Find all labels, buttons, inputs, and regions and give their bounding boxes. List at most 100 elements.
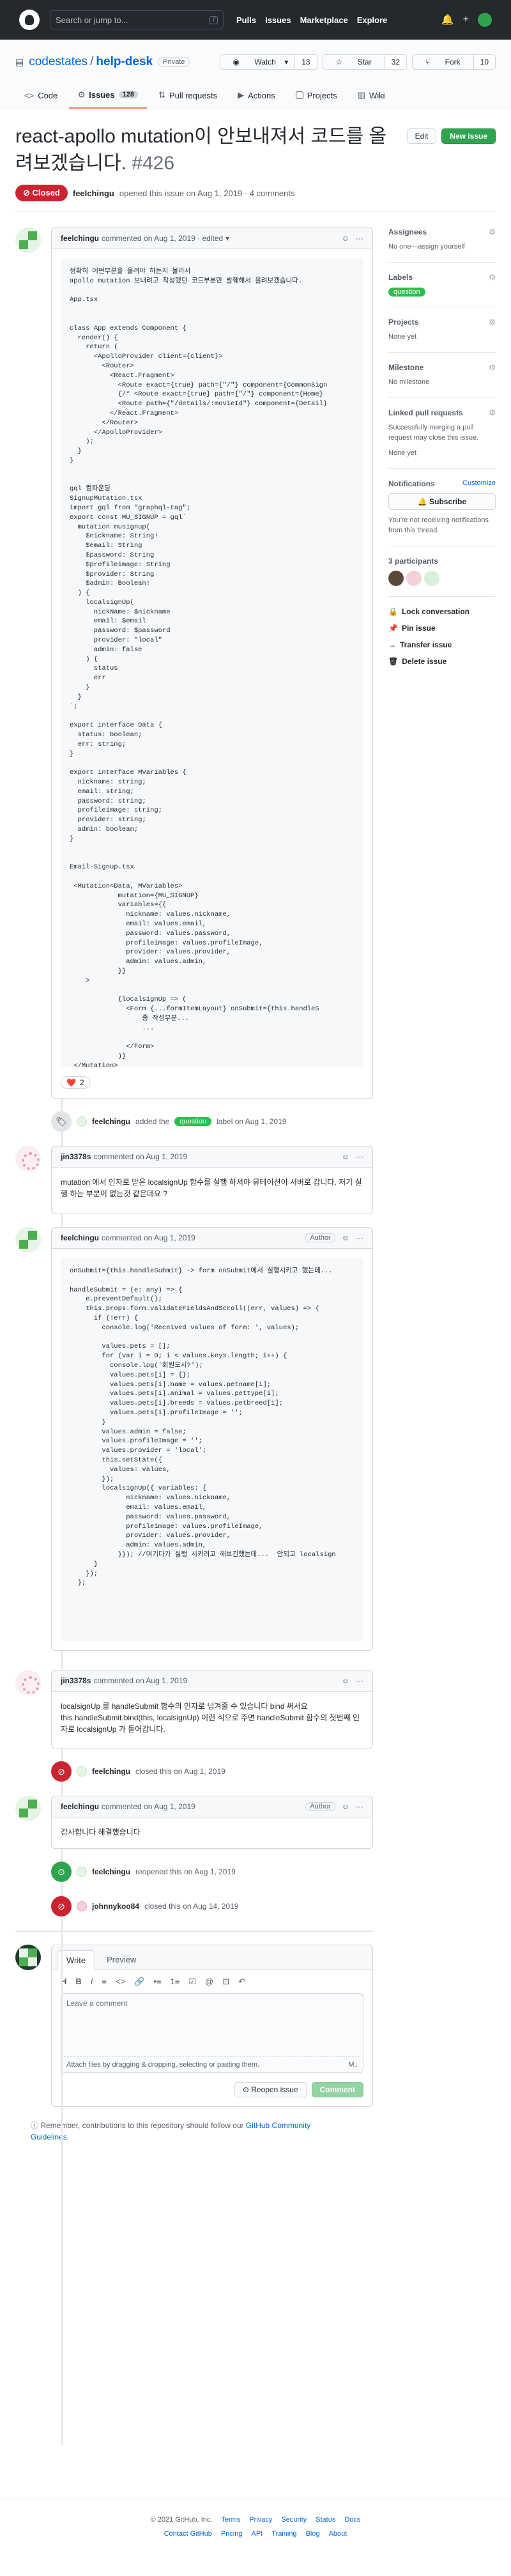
- avatar[interactable]: [15, 228, 41, 253]
- comment-meta[interactable]: commented on Aug 1, 2019: [102, 1233, 195, 1242]
- comment-textarea[interactable]: Leave a comment: [61, 1993, 363, 2057]
- code-icon[interactable]: <>: [116, 1977, 125, 1987]
- kebab-icon[interactable]: ···: [356, 234, 363, 243]
- assign-yourself-link[interactable]: No one—assign yourself: [388, 242, 496, 252]
- star-button[interactable]: ☆ Star 32: [322, 54, 408, 70]
- comment-meta[interactable]: commented on Aug 1, 2019: [93, 1152, 187, 1161]
- footer-link-training[interactable]: Training: [271, 2530, 296, 2538]
- comment-button[interactable]: Comment: [311, 2082, 363, 2097]
- repo-name-link[interactable]: help-desk: [96, 55, 153, 69]
- numbered-list-icon[interactable]: 1≡: [171, 1977, 180, 1987]
- user-avatar[interactable]: [478, 13, 492, 27]
- footer-link-contact[interactable]: Contact GitHub: [164, 2530, 212, 2538]
- new-issue-button[interactable]: New issue: [441, 128, 496, 144]
- participant-avatar[interactable]: [424, 571, 439, 586]
- sidebar-heading[interactable]: Labels: [388, 273, 413, 282]
- tab-write[interactable]: Write: [57, 1950, 96, 1970]
- attach-files[interactable]: Attach files by dragging & dropping, sel…: [61, 2057, 363, 2073]
- participant-avatar[interactable]: [406, 571, 422, 586]
- chevron-down-icon[interactable]: ▾: [225, 234, 229, 243]
- tab-pull-requests[interactable]: ⇅ Pull requests: [149, 84, 226, 109]
- gear-icon[interactable]: ⚙: [489, 228, 496, 236]
- tab-preview[interactable]: Preview: [98, 1950, 145, 1970]
- avatar[interactable]: [15, 1945, 41, 1970]
- avatar[interactable]: [77, 1867, 87, 1877]
- fork-count[interactable]: 10: [473, 55, 495, 69]
- footer-link-about[interactable]: About: [329, 2530, 347, 2538]
- subscribe-button[interactable]: 🔔 Subscribe: [388, 493, 496, 510]
- italic-icon[interactable]: I: [91, 1977, 93, 1987]
- participant-avatar[interactable]: [388, 571, 404, 586]
- kebab-icon[interactable]: ···: [356, 1676, 363, 1685]
- footer-link-api[interactable]: API: [251, 2530, 263, 2538]
- lock-conversation-link[interactable]: 🔒 Lock conversation: [388, 607, 496, 616]
- bell-icon[interactable]: 🔔: [441, 13, 454, 26]
- footer-link-security[interactable]: Security: [281, 2516, 307, 2524]
- repo-owner-link[interactable]: codestates: [29, 55, 88, 69]
- footer-link-status[interactable]: Status: [316, 2516, 335, 2524]
- nav-explore[interactable]: Explore: [357, 15, 388, 25]
- footer-link-docs[interactable]: Docs: [344, 2516, 360, 2524]
- sidebar-heading[interactable]: Linked pull requests: [388, 408, 463, 417]
- event-actor[interactable]: feelchingu: [92, 1767, 130, 1776]
- avatar[interactable]: [15, 1670, 41, 1695]
- kebab-icon[interactable]: ···: [356, 1802, 363, 1811]
- smiley-icon[interactable]: ☺: [342, 1233, 349, 1242]
- gear-icon[interactable]: ⚙: [489, 408, 496, 417]
- avatar[interactable]: [77, 1766, 87, 1777]
- gear-icon[interactable]: ⚙: [489, 273, 496, 282]
- gear-icon[interactable]: ⚙: [489, 363, 496, 372]
- nav-pulls[interactable]: Pulls: [236, 15, 256, 25]
- avatar[interactable]: [15, 1796, 41, 1821]
- task-list-icon[interactable]: ☑: [188, 1977, 196, 1987]
- kebab-icon[interactable]: ···: [356, 1152, 363, 1161]
- reaction-button[interactable]: ❤️ 2: [61, 1076, 90, 1089]
- comment-author[interactable]: feelchingu: [61, 1233, 99, 1242]
- kebab-icon[interactable]: ···: [356, 1233, 363, 1242]
- sidebar-heading[interactable]: Milestone: [388, 363, 423, 372]
- reopen-issue-button[interactable]: ⊙ Reopen issue: [234, 2082, 307, 2097]
- star-count[interactable]: 32: [384, 55, 407, 69]
- sidebar-heading[interactable]: Projects: [388, 318, 418, 327]
- comment-author[interactable]: jin3378s: [61, 1152, 91, 1161]
- smiley-icon[interactable]: ☺: [342, 234, 349, 243]
- tab-issues[interactable]: ⊙ Issues 128: [69, 84, 148, 109]
- avatar[interactable]: [15, 1227, 41, 1253]
- quote-icon[interactable]: ≡: [102, 1977, 107, 1987]
- issue-author-link[interactable]: feelchingu: [73, 189, 114, 198]
- footer-link-terms[interactable]: Terms: [221, 2516, 240, 2524]
- comment-meta[interactable]: commented on Aug 1, 2019: [102, 1802, 195, 1811]
- smiley-icon[interactable]: ☺: [342, 1802, 349, 1811]
- tab-actions[interactable]: ▶ Actions: [229, 84, 284, 109]
- tab-projects[interactable]: Projects: [287, 84, 346, 109]
- reply-icon[interactable]: ↶: [238, 1977, 245, 1987]
- comment-author[interactable]: feelchingu: [61, 1802, 99, 1811]
- watch-button[interactable]: ◉ Watch ▾ 13: [219, 54, 317, 70]
- watch-count[interactable]: 13: [294, 55, 317, 69]
- reference-icon[interactable]: ⊡: [222, 1977, 229, 1987]
- smiley-icon[interactable]: ☺: [342, 1676, 349, 1685]
- label-badge[interactable]: question: [388, 288, 425, 297]
- comment-author[interactable]: feelchingu: [61, 234, 99, 243]
- github-logo-icon[interactable]: [19, 10, 40, 30]
- label-badge[interactable]: question: [174, 1117, 211, 1126]
- footer-link-pricing[interactable]: Pricing: [221, 2530, 243, 2538]
- comment-meta[interactable]: commented on Aug 1, 2019 · edited: [102, 234, 223, 243]
- gear-icon[interactable]: ⚙: [489, 318, 496, 327]
- avatar[interactable]: [77, 1116, 87, 1127]
- customize-link[interactable]: Customize: [462, 479, 496, 488]
- tab-code[interactable]: <> Code: [15, 84, 66, 109]
- event-actor[interactable]: feelchingu: [92, 1867, 130, 1876]
- comment-meta[interactable]: commented on Aug 1, 2019: [93, 1676, 187, 1685]
- smiley-icon[interactable]: ☺: [342, 1152, 349, 1161]
- avatar[interactable]: [15, 1146, 41, 1171]
- bold-icon[interactable]: B: [75, 1977, 81, 1987]
- sidebar-heading[interactable]: Assignees: [388, 228, 427, 236]
- search-input[interactable]: Search or jump to... /: [50, 10, 224, 29]
- avatar[interactable]: [77, 1901, 87, 1911]
- transfer-issue-link[interactable]: → Transfer issue: [388, 640, 496, 649]
- bullet-list-icon[interactable]: •≡: [153, 1977, 161, 1987]
- mention-icon[interactable]: @: [205, 1977, 213, 1987]
- event-actor[interactable]: johnnykoo84: [92, 1902, 139, 1911]
- nav-issues[interactable]: Issues: [265, 15, 291, 25]
